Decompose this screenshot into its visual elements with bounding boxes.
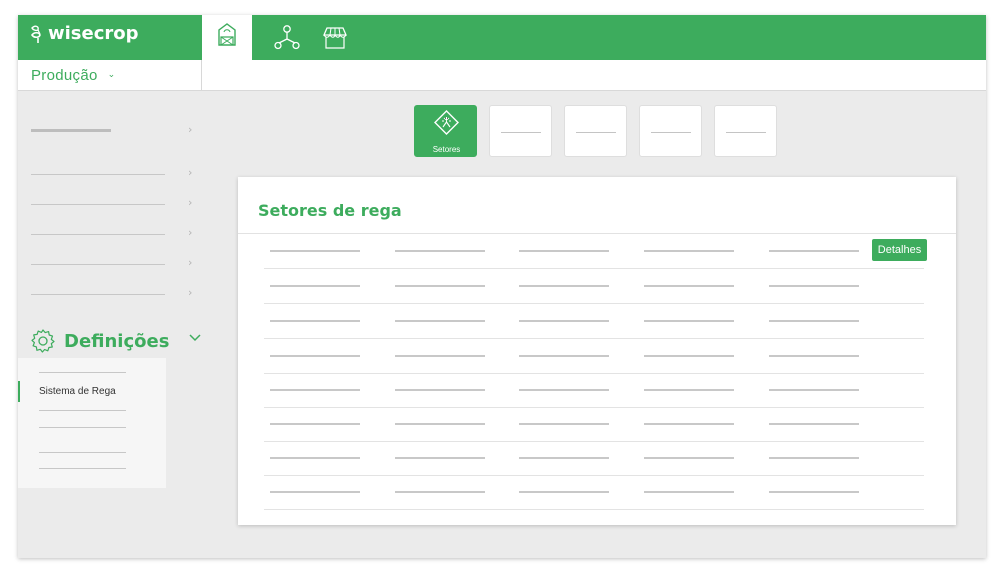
- network-icon: [274, 24, 300, 49]
- chevron-down-icon: ⌄: [107, 70, 116, 80]
- submenu-item-placeholder[interactable]: [39, 427, 126, 428]
- submenu-item-placeholder[interactable]: [39, 372, 126, 373]
- card-title: Setores de rega: [258, 201, 402, 220]
- sidebar-item[interactable]: ›: [18, 280, 201, 310]
- market-stall-icon: [323, 26, 347, 49]
- topnav-market[interactable]: [315, 15, 355, 60]
- gear-icon: [31, 329, 55, 353]
- tab-label: Setores: [432, 145, 461, 154]
- sidebar-item[interactable]: ›: [18, 220, 201, 250]
- submenu-item-placeholder[interactable]: [39, 468, 126, 469]
- sidebar-item[interactable]: ›: [18, 190, 201, 220]
- table-row[interactable]: [264, 407, 924, 442]
- table-row[interactable]: [264, 475, 924, 510]
- chevron-right-icon: ›: [188, 256, 193, 269]
- sprout-icon: [31, 25, 41, 43]
- topnav-network[interactable]: [267, 15, 307, 60]
- submenu-item-sistema-de-rega[interactable]: Sistema de Rega: [39, 386, 116, 397]
- tab-setores[interactable]: Setores: [414, 105, 477, 157]
- table-row[interactable]: [264, 373, 924, 408]
- setores-card: Setores de rega Detalhes: [238, 177, 956, 525]
- active-indicator: [18, 381, 20, 402]
- sprinkler-icon: [434, 110, 459, 135]
- production-select-value: Produção: [31, 66, 98, 84]
- top-bar: wisecrop: [18, 15, 986, 60]
- definicoes-label: Definições: [64, 330, 170, 352]
- topnav-greenhouse[interactable]: [202, 15, 252, 60]
- table-row[interactable]: [264, 269, 924, 304]
- production-select[interactable]: Produção ⌄: [18, 60, 202, 90]
- tab-placeholder[interactable]: [714, 105, 777, 157]
- table-row[interactable]: [264, 339, 924, 374]
- chevron-down-icon: [189, 334, 201, 342]
- wisecrop-logo[interactable]: wisecrop: [29, 23, 139, 44]
- sidebar-item[interactable]: ›: [18, 115, 201, 145]
- greenhouse-icon: [218, 23, 236, 46]
- chevron-right-icon: ›: [188, 196, 193, 209]
- sub-bar: Produção ⌄: [18, 60, 986, 91]
- table-row[interactable]: [264, 441, 924, 476]
- logo-text: wisecrop: [48, 23, 139, 44]
- tab-placeholder[interactable]: [639, 105, 702, 157]
- tab-placeholder[interactable]: [564, 105, 627, 157]
- tab-placeholder[interactable]: [489, 105, 552, 157]
- definicoes-submenu: Sistema de Rega: [18, 358, 166, 488]
- chevron-right-icon: ›: [188, 123, 193, 136]
- submenu-item-placeholder[interactable]: [39, 410, 126, 411]
- table-row[interactable]: [264, 234, 924, 269]
- sidebar-definicoes[interactable]: Definições: [30, 325, 205, 357]
- chevron-right-icon: ›: [188, 166, 193, 179]
- chevron-right-icon: ›: [188, 286, 193, 299]
- sidebar-item[interactable]: ›: [18, 160, 201, 190]
- app-window: wisecrop Produção ⌄ › › › › › › Definiçõ…: [18, 15, 986, 558]
- chevron-right-icon: ›: [188, 226, 193, 239]
- submenu-item-placeholder[interactable]: [39, 452, 126, 453]
- table-row[interactable]: [264, 304, 924, 339]
- sidebar-item[interactable]: ›: [18, 250, 201, 280]
- details-button[interactable]: Detalhes: [872, 239, 927, 261]
